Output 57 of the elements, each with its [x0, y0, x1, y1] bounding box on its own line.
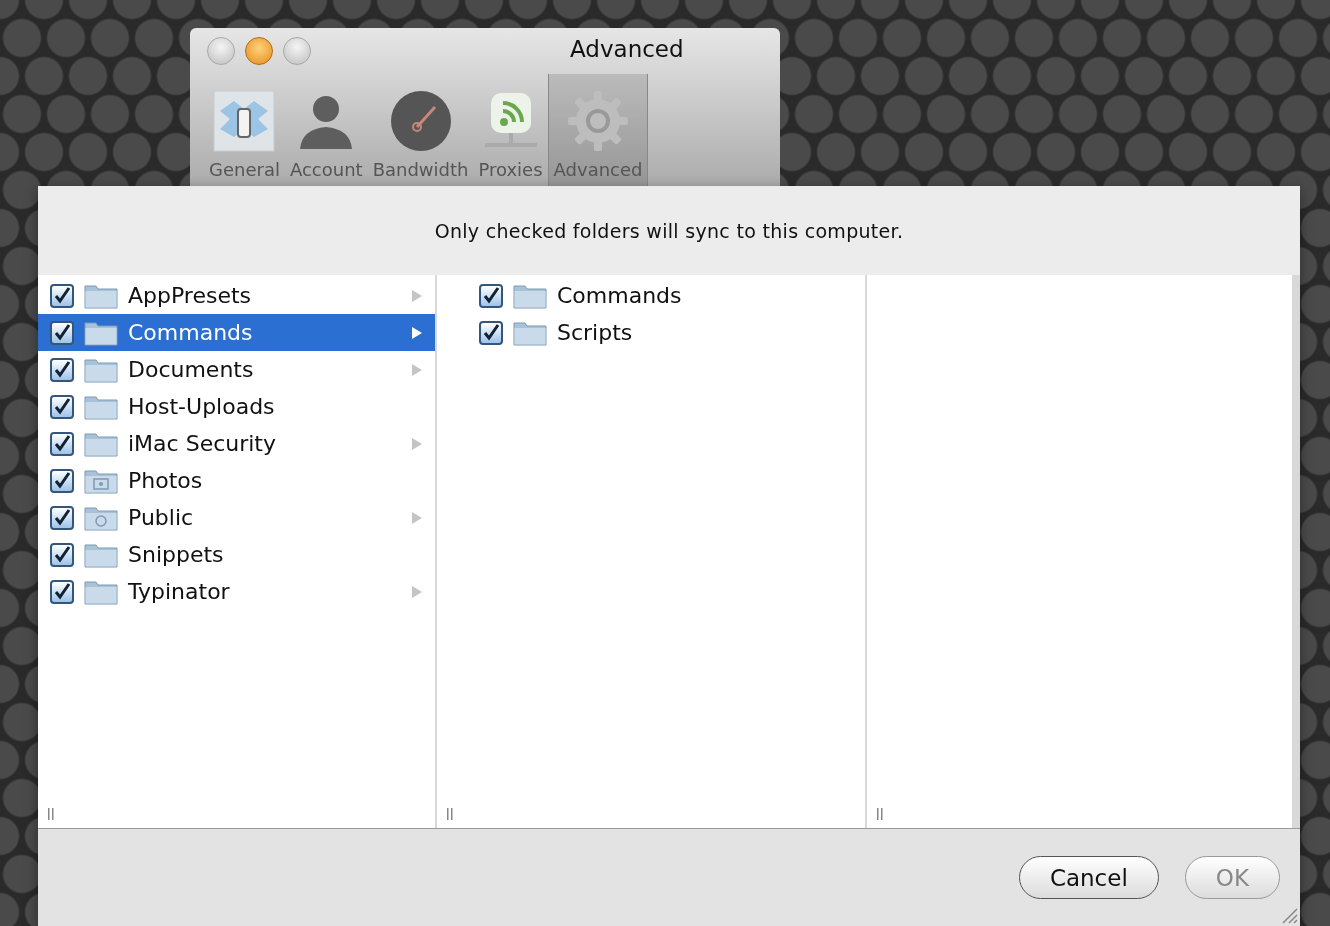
folder-row[interactable]: AppPresets: [38, 277, 435, 314]
folder-icon: [84, 578, 118, 605]
folder-row[interactable]: Documents: [38, 351, 435, 388]
folder-row[interactable]: Commands: [38, 314, 435, 351]
folder-name: Commands: [128, 320, 254, 345]
checkbox[interactable]: [50, 505, 74, 530]
checkbox[interactable]: [50, 283, 74, 308]
toolbar-tab[interactable]: Account: [284, 74, 368, 186]
folder-name: Commands: [557, 283, 683, 308]
public-folder-icon: [84, 504, 118, 531]
window-title: Advanced: [570, 36, 685, 62]
sheet-message: Only checked folders will sync to this computer.: [434, 219, 904, 242]
folder-row[interactable]: Commands: [437, 277, 865, 314]
folder-row[interactable]: Photos: [38, 462, 435, 499]
checkbox[interactable]: [50, 468, 74, 493]
checkbox[interactable]: [479, 320, 503, 345]
folder-row[interactable]: Typinator: [38, 573, 435, 610]
toolbar-tab[interactable]: General: [204, 74, 285, 186]
gear-icon: [566, 89, 630, 153]
folder-icon: [84, 356, 118, 383]
folder-icon: [84, 430, 118, 457]
folder-name: AppPresets: [128, 283, 253, 308]
toolbar-tab[interactable]: Proxies: [473, 74, 548, 186]
folder-icon: [84, 319, 118, 346]
folder-row[interactable]: Host-Uploads: [38, 388, 435, 425]
column-resize-grip-icon[interactable]: [877, 808, 883, 820]
checkbox[interactable]: [50, 579, 74, 604]
folder-name: iMac Security: [128, 431, 277, 456]
folder-row[interactable]: Public: [38, 499, 435, 536]
gauge-icon: [388, 89, 453, 153]
checkbox[interactable]: [50, 431, 74, 456]
folder-row[interactable]: Scripts: [437, 314, 865, 351]
folder-name: Photos: [128, 468, 204, 493]
folder-name: Documents: [128, 357, 255, 382]
folder-name: Snippets: [128, 542, 225, 567]
dialog-button[interactable]: Cancel: [1018, 856, 1159, 899]
folder-name: Public: [128, 505, 195, 530]
checkbox[interactable]: [479, 283, 503, 308]
folder-name: Scripts: [557, 320, 634, 345]
folder-row[interactable]: Snippets: [38, 536, 435, 573]
minimize-button[interactable]: [245, 37, 273, 65]
folder-icon: [513, 319, 547, 346]
folder-name: Host-Uploads: [128, 394, 276, 419]
folder-icon: [84, 282, 118, 309]
checkbox[interactable]: [50, 357, 74, 382]
box-icon: [212, 89, 277, 153]
folder-icon: [513, 282, 547, 309]
folder-icon: [84, 541, 118, 568]
folder-icon: [84, 393, 118, 420]
column-resize-grip-icon[interactable]: [447, 808, 453, 820]
folder-name: Typinator: [128, 579, 231, 604]
checkbox[interactable]: [50, 320, 74, 345]
checkbox[interactable]: [50, 394, 74, 419]
folder-row[interactable]: iMac Security: [38, 425, 435, 462]
checkbox[interactable]: [50, 542, 74, 567]
photos-folder-icon: [84, 467, 118, 494]
column-resize-grip-icon[interactable]: [48, 808, 54, 820]
